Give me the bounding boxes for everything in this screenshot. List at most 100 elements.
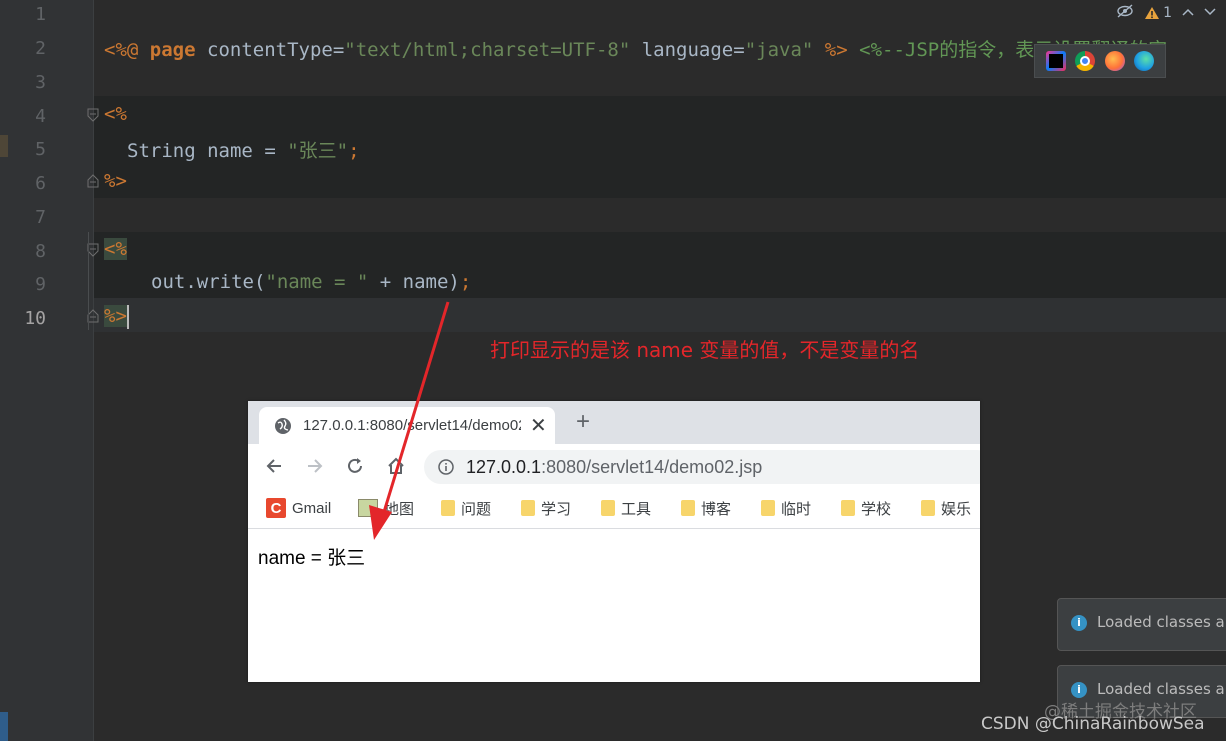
line-number: 6 [35,173,46,194]
line-number: 9 [35,274,46,295]
fold-close-icon[interactable] [86,174,100,188]
bookmark-folder[interactable]: 博客 [681,498,731,518]
code-line-9[interactable]: out.write("name = " + name); [151,271,471,293]
browser-window: 127.0.0.1:8080/servlet14/demo02.jsp ✕ + … [248,401,980,682]
text-caret [127,305,129,329]
bookmark-label: 地图 [384,500,415,518]
home-icon[interactable] [386,456,406,481]
folder-icon [841,500,855,516]
browser-tab[interactable]: 127.0.0.1:8080/servlet14/demo02.jsp ✕ [259,407,555,444]
map-icon [358,499,378,517]
attr-value: "java" [744,39,814,61]
code-line-8[interactable]: <% [104,238,127,260]
folder-icon [441,500,455,516]
bookmark-label: 学习 [541,500,572,518]
attr-name: language [641,39,734,61]
toast-text: Loaded classes are [1097,613,1226,631]
folder-icon [761,500,775,516]
chevron-down-icon[interactable] [1204,5,1216,21]
gmail-icon: C [266,498,286,518]
site-info-icon[interactable] [438,459,454,480]
bookmarks-bar: C Gmail 地图 问题 学习 工具 博客 临时 学校 娱乐 [248,490,980,529]
code-line-10[interactable]: %> [104,305,127,327]
scriptlet-band [94,164,1226,198]
code-line-4[interactable]: <% [104,103,127,125]
bookmark-folder[interactable]: 问题 [441,498,491,518]
chevron-up-icon[interactable] [1182,5,1194,21]
line-number: 5 [35,139,46,160]
chrome-icon[interactable] [1075,51,1096,71]
directive-name: page [149,39,196,61]
page-output-text: name = 张三 [258,548,366,569]
bookmark-label: 工具 [621,500,652,518]
line-number-active: 10 [24,308,46,329]
fold-open-icon[interactable] [86,108,100,122]
tab-title: 127.0.0.1:8080/servlet14/demo02.jsp [303,417,521,434]
attr-eq: = [733,39,745,61]
close-tab-icon[interactable]: ✕ [530,413,547,438]
bookmark-label: 学校 [861,500,892,518]
inspection-widget[interactable]: 1 [1116,3,1216,23]
intellij-icon[interactable] [1045,51,1066,71]
bookmark-label: 娱乐 [941,500,972,518]
bookmark-label: Gmail [292,499,332,517]
watermark-csdn: CSDN @ChinaRainbowSea [981,714,1205,734]
bottom-marker [0,712,8,741]
string-literal: "name = " [265,271,369,293]
tab-strip: 127.0.0.1:8080/servlet14/demo02.jsp ✕ + [248,401,980,444]
url-path: :8080/servlet14/demo02.jsp [541,457,763,477]
bookmark-folder[interactable]: 临时 [761,498,811,518]
warning-indicator[interactable]: 1 [1144,5,1172,21]
back-icon[interactable] [264,456,284,481]
semicolon: ; [348,140,360,162]
address-bar[interactable]: 127.0.0.1:8080/servlet14/demo02.jsp [424,450,980,484]
bookmark-label: 博客 [701,500,732,518]
bookmark-gmail[interactable]: C Gmail [266,498,331,518]
code-line-5[interactable]: String name = "张三"; [127,136,360,163]
indent-guide [88,232,89,330]
new-tab-button[interactable]: + [576,408,590,436]
scriptlet-close-highlighted: %> [104,305,127,327]
attr-eq: = [332,39,345,61]
bookmark-folder[interactable]: 学校 [841,498,891,518]
line-number: 7 [35,207,46,228]
info-icon: i [1071,615,1087,631]
toast-text: Loaded classes are [1097,680,1226,698]
scriptlet-open: <% [104,103,127,125]
info-icon: i [1071,682,1087,698]
bookmark-map[interactable]: 地图 [358,498,414,518]
url-text[interactable]: 127.0.0.1:8080/servlet14/demo02.jsp [466,457,762,478]
expression: + name) [368,271,460,293]
left-tool-strip [0,0,8,741]
bookmark-folder[interactable]: 学习 [521,498,571,518]
variable-name: name [207,140,253,162]
open-in-browser-popup [1034,44,1166,78]
reader-mode-icon[interactable] [1116,4,1134,22]
notification-toast[interactable]: i Loaded classes are [1057,598,1226,651]
scriptlet-close: %> [104,170,127,192]
reload-icon[interactable] [345,456,365,481]
folder-icon [681,500,695,516]
type-name: String [127,140,196,162]
current-line-band [94,298,1226,332]
warning-count: 1 [1163,5,1172,21]
folder-icon [921,500,935,516]
code-line-6[interactable]: %> [104,170,127,192]
code-line-2[interactable]: <%@ page contentType="text/html;charset=… [104,35,1167,62]
folder-icon [601,500,615,516]
bookmark-label: 临时 [781,500,812,518]
edge-icon[interactable] [1134,51,1155,71]
bookmark-folder[interactable]: 娱乐 [921,498,971,518]
forward-icon[interactable] [305,456,325,481]
bookmark-folder[interactable]: 工具 [601,498,651,518]
jsp-directive-open: <%@ [104,39,139,61]
browser-toolbar: 127.0.0.1:8080/servlet14/demo02.jsp [248,444,980,490]
warning-icon [1145,7,1160,19]
string-literal: "张三" [287,140,349,162]
firefox-icon[interactable] [1104,51,1125,71]
line-number: 4 [35,106,46,127]
attr-value: "text/html;charset=UTF-8" [344,39,631,61]
line-number: 3 [35,72,46,93]
url-host: 127.0.0.1 [466,457,542,477]
attr-name: contentType [207,39,333,61]
